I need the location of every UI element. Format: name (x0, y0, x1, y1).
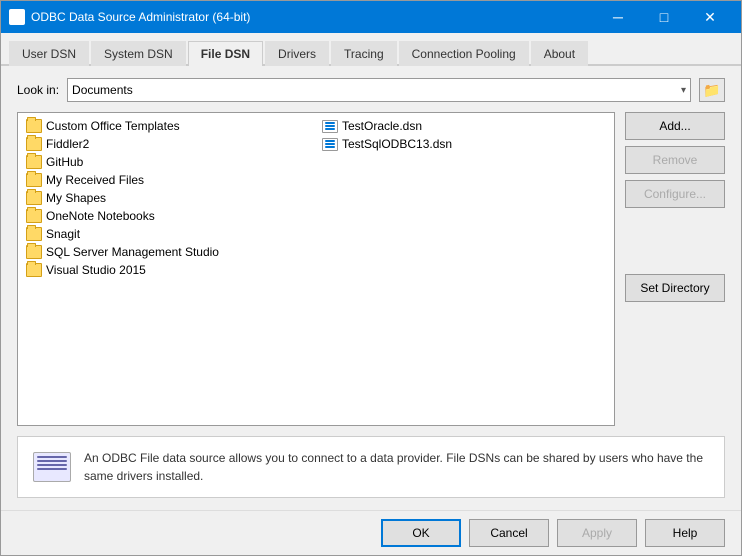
look-in-label: Look in: (17, 83, 59, 97)
list-item[interactable]: Fiddler2 (20, 135, 316, 153)
content-area: Look in: Documents ▾ 📁 Custom Office Tem… (1, 66, 741, 510)
list-item[interactable]: Snagit (20, 225, 316, 243)
bottom-bar: OK Cancel Apply Help (1, 510, 741, 555)
list-item[interactable]: Custom Office Templates (20, 117, 316, 135)
item-label: Snagit (46, 227, 80, 241)
info-box: An ODBC File data source allows you to c… (17, 436, 725, 498)
list-item[interactable]: My Shapes (20, 189, 316, 207)
look-in-value: Documents (72, 83, 133, 97)
app-icon: 🗄 (9, 9, 25, 25)
list-item[interactable]: Visual Studio 2015 (20, 261, 316, 279)
dsn-files-column: TestOracle.dsn TestSqlODBC13.dsn (316, 117, 612, 279)
maximize-button[interactable]: □ (641, 1, 687, 33)
list-item[interactable]: TestSqlODBC13.dsn (316, 135, 612, 153)
set-directory-button[interactable]: Set Directory (625, 274, 725, 302)
browse-folder-button[interactable]: 📁 (699, 78, 725, 102)
dsn-file-icon (322, 137, 338, 151)
item-label: TestOracle.dsn (342, 119, 422, 133)
apply-button[interactable]: Apply (557, 519, 637, 547)
main-area: Custom Office Templates Fiddler2 GitHub (17, 112, 725, 426)
folders-column: Custom Office Templates Fiddler2 GitHub (20, 117, 316, 279)
folder-icon (26, 245, 42, 259)
tab-about[interactable]: About (531, 41, 588, 66)
item-label: GitHub (46, 155, 83, 169)
list-item[interactable]: GitHub (20, 153, 316, 171)
item-label: My Shapes (46, 191, 106, 205)
title-controls: ─ □ ✕ (595, 1, 733, 33)
folder-icon (26, 137, 42, 151)
tab-system-dsn[interactable]: System DSN (91, 41, 186, 66)
look-in-row: Look in: Documents ▾ 📁 (17, 78, 725, 102)
tab-connection-pooling[interactable]: Connection Pooling (399, 41, 529, 66)
item-label: OneNote Notebooks (46, 209, 155, 223)
look-in-dropdown[interactable]: Documents ▾ (67, 78, 691, 102)
tab-file-dsn[interactable]: File DSN (188, 41, 263, 66)
main-window: 🗄 ODBC Data Source Administrator (64-bit… (0, 0, 742, 556)
item-label: Visual Studio 2015 (46, 263, 146, 277)
list-item[interactable]: OneNote Notebooks (20, 207, 316, 225)
info-description: An ODBC File data source allows you to c… (84, 449, 710, 485)
folder-icon (26, 155, 42, 169)
ok-button[interactable]: OK (381, 519, 461, 547)
list-item[interactable]: My Received Files (20, 171, 316, 189)
window-title: ODBC Data Source Administrator (64-bit) (31, 10, 250, 24)
item-label: My Received Files (46, 173, 144, 187)
list-item[interactable]: SQL Server Management Studio (20, 243, 316, 261)
item-label: SQL Server Management Studio (46, 245, 219, 259)
file-list[interactable]: Custom Office Templates Fiddler2 GitHub (17, 112, 615, 426)
dsn-file-icon (322, 119, 338, 133)
configure-button[interactable]: Configure... (625, 180, 725, 208)
add-button[interactable]: Add... (625, 112, 725, 140)
tab-user-dsn[interactable]: User DSN (9, 41, 89, 66)
item-label: TestSqlODBC13.dsn (342, 137, 452, 151)
folder-icon (26, 119, 42, 133)
cancel-button[interactable]: Cancel (469, 519, 549, 547)
tab-tracing[interactable]: Tracing (331, 41, 397, 66)
tab-drivers[interactable]: Drivers (265, 41, 329, 66)
folder-icon (26, 209, 42, 223)
side-buttons-panel: Add... Remove Configure... Set Directory (625, 112, 725, 426)
item-label: Fiddler2 (46, 137, 89, 151)
info-icon (32, 447, 72, 487)
folder-icon (26, 173, 42, 187)
list-item[interactable]: TestOracle.dsn (316, 117, 612, 135)
folder-icon (26, 263, 42, 277)
close-button[interactable]: ✕ (687, 1, 733, 33)
minimize-button[interactable]: ─ (595, 1, 641, 33)
help-button[interactable]: Help (645, 519, 725, 547)
chevron-down-icon: ▾ (681, 85, 686, 96)
folder-icon (26, 227, 42, 241)
tabs-bar: User DSN System DSN File DSN Drivers Tra… (1, 33, 741, 66)
remove-button[interactable]: Remove (625, 146, 725, 174)
title-bar: 🗄 ODBC Data Source Administrator (64-bit… (1, 1, 741, 33)
database-icon (33, 452, 71, 482)
folder-icon (26, 191, 42, 205)
item-label: Custom Office Templates (46, 119, 180, 133)
